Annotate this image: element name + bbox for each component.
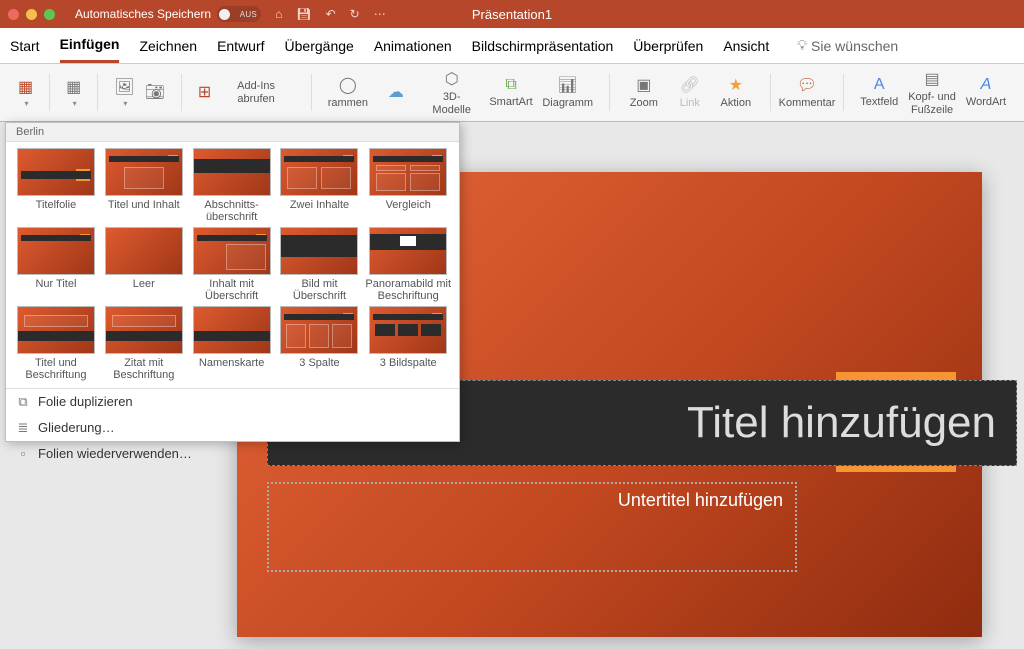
header-footer-button[interactable]: ▤Kopf- und Fußzeile	[904, 68, 960, 117]
menu-duplicate-slide[interactable]: ⧉Folie duplizieren	[6, 389, 459, 415]
layout-leer[interactable]: Leer	[102, 227, 186, 302]
smartart-button[interactable]: ⧉SmartArt	[486, 68, 537, 117]
window-controls	[8, 9, 55, 20]
layout-zitat-mit-beschriftung[interactable]: Zitat mit Beschriftung	[102, 306, 186, 381]
icons-button[interactable]: ☁︎	[374, 68, 418, 117]
tab-einfuegen[interactable]: Einfügen	[60, 28, 120, 63]
pictures-button[interactable]: 🖼︎▾	[110, 68, 138, 117]
layout-vergleich[interactable]: Vergleich	[365, 148, 451, 223]
maximize-window-button[interactable]	[44, 9, 55, 20]
minimize-window-button[interactable]	[26, 9, 37, 20]
autosave-toggle[interactable]: AUS	[217, 6, 261, 22]
link-button: 🔗︎Link	[668, 68, 712, 117]
tab-zeichnen[interactable]: Zeichnen	[139, 30, 197, 62]
reuse-icon: ▫	[16, 446, 30, 461]
layout-titel-und-inhalt[interactable]: Titel und Inhalt	[102, 148, 186, 223]
title-bar: Automatisches Speichern AUS ⌂ 💾︎ ↶ ↻ ⋯ P…	[0, 0, 1024, 28]
menu-outline[interactable]: ≣Gliederung…	[6, 415, 459, 441]
save-icon[interactable]: 💾︎	[296, 7, 311, 21]
screenshot-button[interactable]: 📷︎	[141, 68, 169, 117]
close-window-button[interactable]	[8, 9, 19, 20]
new-slide-split-button[interactable]: ▦▾	[14, 68, 37, 117]
ribbon-tabs: Start Einfügen Zeichnen Entwurf Übergäng…	[0, 28, 1024, 64]
document-title: Präsentation1	[472, 7, 552, 22]
tab-ansicht[interactable]: Ansicht	[723, 30, 769, 62]
zoom-button[interactable]: ▣Zoom	[622, 68, 666, 117]
wordart-button[interactable]: AWordArt	[962, 68, 1010, 117]
outline-icon: ≣	[16, 420, 30, 436]
comment-button[interactable]: 💬︎Kommentar	[775, 68, 839, 117]
layout-inhalt-mit-ueberschrift[interactable]: Inhalt mit Überschrift	[190, 227, 274, 302]
layout-nur-titel[interactable]: Nur Titel	[14, 227, 98, 302]
tab-entwurf[interactable]: Entwurf	[217, 30, 264, 62]
menu-reuse-slides[interactable]: ▫Folien wiederverwenden…	[6, 441, 459, 466]
autosave-label: Automatisches Speichern	[75, 7, 211, 21]
tell-me-search[interactable]: 💡︎ Sie wünschen	[797, 37, 898, 54]
tab-animationen[interactable]: Animationen	[374, 30, 452, 62]
layout-titelfolie[interactable]: Titelfolie	[14, 148, 98, 223]
layout-bild-mit-ueberschrift[interactable]: Bild mit Überschrift	[278, 227, 362, 302]
tab-ueberpruefen[interactable]: Überprüfen	[633, 30, 703, 62]
layout-panoramabild[interactable]: Panoramabild mit Beschriftung	[365, 227, 451, 302]
redo-icon[interactable]: ↻	[350, 7, 360, 21]
subtitle-placeholder[interactable]: Untertitel hinzufügen	[267, 482, 797, 572]
tab-start[interactable]: Start	[10, 30, 40, 62]
tab-bildschirm[interactable]: Bildschirmpräsentation	[472, 30, 614, 62]
slide-layout-menu: Berlin Titelfolie Titel und Inhalt Absch…	[5, 122, 460, 442]
layout-titel-und-beschriftung[interactable]: Titel und Beschriftung	[14, 306, 98, 381]
layout-3spalte[interactable]: 3 Spalte	[278, 306, 362, 381]
undo-icon[interactable]: ↶	[326, 7, 336, 21]
home-icon[interactable]: ⌂	[275, 7, 282, 21]
layout-3bildspalte[interactable]: 3 Bildspalte	[365, 306, 451, 381]
layout-zwei-inhalte[interactable]: Zwei Inhalte	[278, 148, 362, 223]
ribbon: ▦▾ ▦▾ 🖼︎▾ 📷︎ ⊞ Add-Ins abrufen ◯rammen ☁…	[0, 64, 1024, 122]
lightbulb-icon: 💡︎	[797, 37, 807, 54]
shapes-button[interactable]: ◯rammen	[324, 68, 372, 117]
addins-button[interactable]: ⊞ Add-Ins abrufen	[194, 68, 299, 117]
chart-button[interactable]: 📊︎Diagramm	[539, 68, 597, 117]
layout-theme-header: Berlin	[6, 123, 459, 142]
tab-uebergaenge[interactable]: Übergänge	[285, 30, 354, 62]
layout-abschnittsueberschrift[interactable]: Abschnitts- überschrift	[190, 148, 274, 223]
duplicate-icon: ⧉	[16, 394, 30, 410]
autosave-group: Automatisches Speichern AUS	[75, 6, 261, 22]
action-button[interactable]: ★Aktion	[714, 68, 758, 117]
table-button[interactable]: ▦▾	[62, 68, 85, 117]
layout-namenskarte[interactable]: Namenskarte	[190, 306, 274, 381]
more-icon[interactable]: ⋯	[374, 7, 386, 21]
3dmodels-button[interactable]: ⬡3D-Modelle	[420, 68, 484, 117]
textbox-button[interactable]: ATextfeld	[856, 68, 902, 117]
